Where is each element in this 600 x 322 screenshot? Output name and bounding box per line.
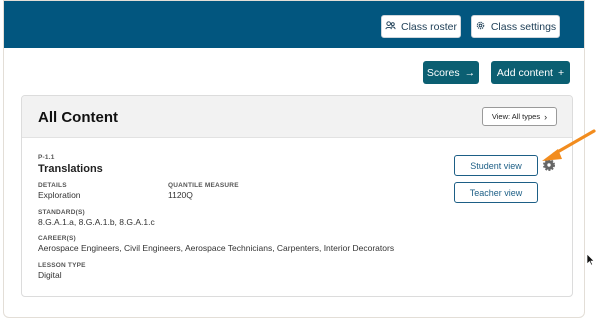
careers-label: CAREER(S) [38,235,76,242]
quantile-value: 1120Q [168,190,193,200]
all-content-panel: All Content View: All types › P-1.1 Tran… [21,95,573,297]
class-roster-label: Class roster [400,20,457,33]
scores-button[interactable]: Scores → [423,61,479,84]
view-type-filter-label: View: All types [491,112,541,121]
class-header-banner: Class roster Class settings [4,1,584,48]
student-view-button[interactable]: Student view [454,155,538,176]
teacher-view-button[interactable]: Teacher view [454,182,538,203]
content-code: P-1.1 [38,154,55,161]
content-title: Translations [38,163,103,175]
annotation-arrow-icon [528,127,600,172]
class-roster-button[interactable]: Class roster [381,15,461,38]
careers-value: Aerospace Engineers, Civil Engineers, Ae… [38,243,395,253]
arrow-right-icon: → [464,66,476,79]
plus-icon: + [557,66,565,79]
lesson-type-value: Digital [38,270,62,280]
student-view-label: Student view [470,160,522,171]
panel-title: All Content [38,109,118,126]
scores-label: Scores [426,66,460,79]
lesson-type-label: LESSON TYPE [38,262,86,269]
class-settings-button[interactable]: Class settings [471,15,560,38]
people-icon [385,20,396,34]
view-type-filter-button[interactable]: View: All types › [482,107,557,126]
teacher-view-label: Teacher view [469,187,523,198]
chevron-right-icon: › [544,111,548,122]
page: Class roster Class settings Scores → Add… [0,0,600,322]
quantile-label: QUANTILE MEASURE [168,182,239,189]
add-content-button[interactable]: Add content + [491,61,570,84]
add-content-label: Add content [496,66,553,79]
panel-header: All Content View: All types › [22,96,572,138]
class-container: Class roster Class settings Scores → Add… [3,0,585,318]
details-value: Exploration [38,190,81,200]
standards-value: 8.G.A.1.a, 8.G.A.1.b, 8.G.A.1.c [38,217,155,227]
mouse-cursor-icon [586,253,595,271]
standards-label: STANDARD(S) [38,209,85,216]
class-settings-label: Class settings [490,20,557,33]
gear-icon [475,20,486,34]
details-label: DETAILS [38,182,67,189]
